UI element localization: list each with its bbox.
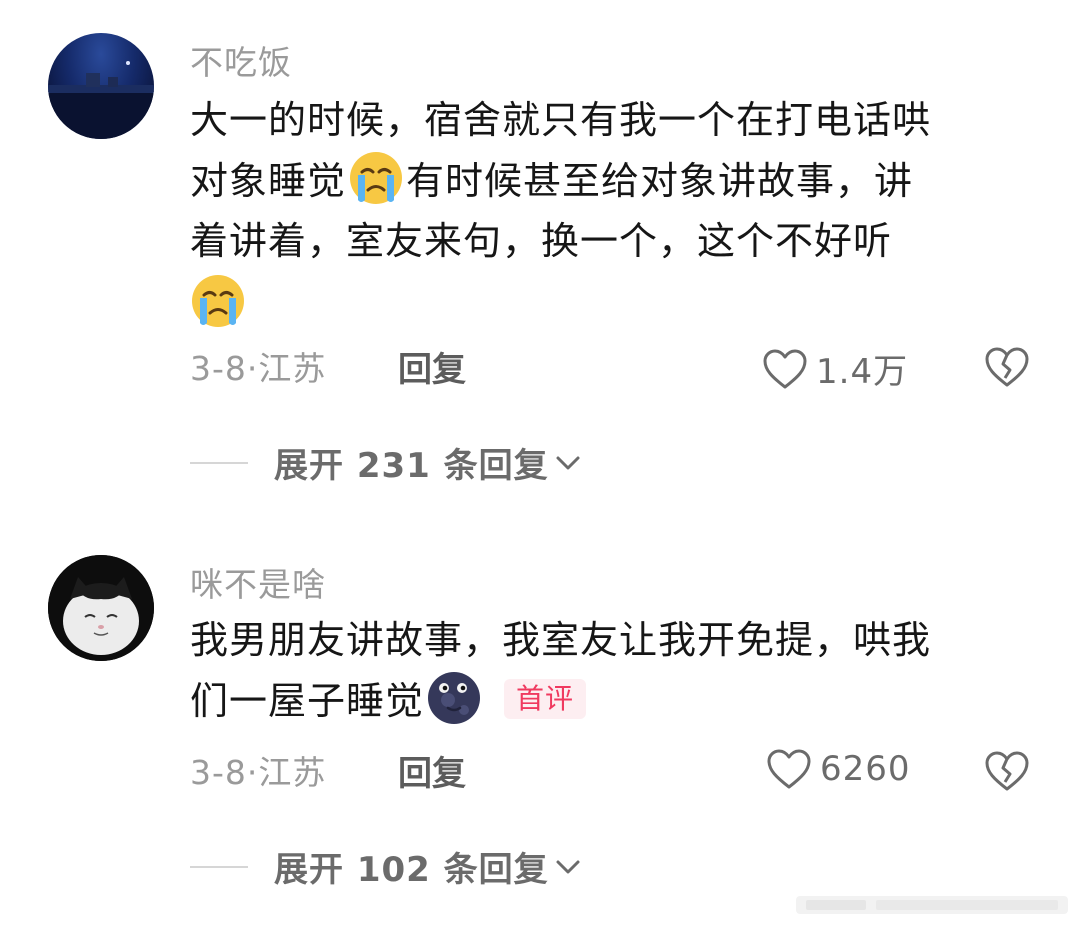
expand-replies-label: 展开 102 条回复	[274, 850, 549, 890]
comment-item: 咪不是啥 我男朋友讲故事，我室友让我开免提，哄我 们一屋子睡觉 首评 3-8·江苏…	[0, 520, 1080, 928]
username[interactable]: 不吃饭	[190, 36, 292, 84]
like-count: 1.4万	[816, 352, 909, 392]
comment-date-location: 3-8·江苏	[190, 349, 327, 388]
divider-line	[190, 865, 248, 868]
avatar[interactable]	[48, 555, 154, 661]
like-button[interactable]: 1.4万	[762, 344, 908, 393]
comment-text-segment: 对象睡觉	[190, 159, 347, 203]
watermark-image	[796, 896, 1068, 914]
first-comment-badge: 首评	[504, 679, 587, 719]
reply-button[interactable]: 回复	[398, 746, 466, 795]
comment-text: 大一的时候，宿舍就只有我一个在打电话哄 对象睡觉 有时候甚至给对象讲故事，讲 着讲…	[190, 90, 1050, 329]
chevron-down-icon	[556, 456, 580, 469]
broken-heart-icon[interactable]	[984, 750, 1030, 792]
crying-face-icon	[350, 152, 403, 204]
comment-text-segment: 有时候甚至给对象讲故事，讲	[406, 159, 914, 203]
comment-text-line: 我男朋友讲故事，我室友让我开免提，哄我	[190, 618, 932, 662]
comment-date-location: 3-8·江苏	[190, 753, 327, 792]
comment-text-line: 着讲着，室友来句，换一个，这个不好听	[190, 219, 893, 263]
username[interactable]: 咪不是啥	[190, 558, 326, 606]
comment-item: 不吃饭 大一的时候，宿舍就只有我一个在打电话哄 对象睡觉 有时候甚至给对象讲故事，…	[0, 0, 1080, 500]
chevron-down-icon	[556, 860, 580, 873]
avatar-night-scene-image	[48, 61, 154, 139]
reply-button[interactable]: 回复	[398, 342, 466, 391]
like-count: 6260	[820, 749, 911, 789]
broken-heart-icon[interactable]	[984, 346, 1030, 388]
avatar[interactable]	[48, 33, 154, 139]
new-moon-face-icon	[428, 672, 481, 724]
comment-text-line: 对象睡觉 有时候甚至给对象讲故事，讲	[190, 150, 1050, 211]
comment-text: 我男朋友讲故事，我室友让我开免提，哄我 们一屋子睡觉 首评	[190, 610, 1050, 731]
comment-text-line: 大一的时候，宿舍就只有我一个在打电话哄	[190, 98, 932, 142]
crying-face-icon	[192, 275, 244, 327]
comment-text-segment: 们一屋子睡觉	[190, 679, 425, 723]
expand-replies-label: 展开 231 条回复	[274, 446, 549, 486]
heart-icon	[763, 349, 807, 388]
expand-replies-button[interactable]: 展开 231 条回复	[190, 438, 581, 487]
avatar-cat-image	[48, 555, 154, 661]
comment-text-line: 们一屋子睡觉 首评	[190, 670, 1050, 731]
like-button[interactable]: 6260	[766, 748, 911, 790]
heart-icon	[767, 749, 811, 789]
expand-replies-button[interactable]: 展开 102 条回复	[190, 842, 581, 891]
divider-line	[190, 461, 248, 464]
